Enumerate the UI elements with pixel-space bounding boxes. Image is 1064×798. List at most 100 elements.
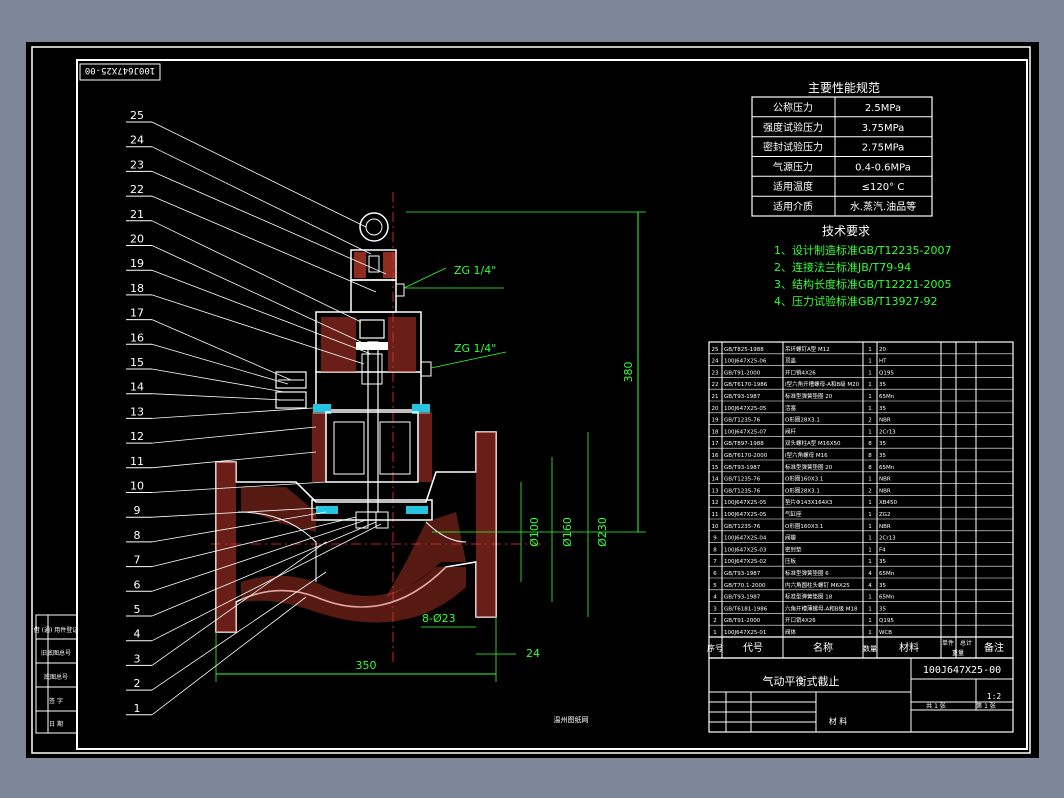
- parts-cell-no: 2: [713, 618, 717, 624]
- left-revision-strip: 借 (通) 用件登记 旧底图总号 底图总号 签 字 日 期: [34, 614, 78, 734]
- parts-cell-mat: Q195: [879, 370, 894, 376]
- parts-cell-code: GB/T6170-1986: [724, 382, 768, 388]
- parts-cell-qty: 1: [868, 477, 872, 483]
- rotated-code-box: 100J647X25-00: [79, 63, 161, 81]
- parts-cell-code: GB/T93-1987: [724, 394, 761, 400]
- parts-cell-qty: 1: [868, 630, 872, 636]
- header-no: 序号: [707, 643, 723, 653]
- header-name: 名称: [813, 641, 833, 654]
- parts-cell-mat: ZG2: [879, 512, 891, 518]
- parts-cell-name: 内六角圆柱头螺钉 M6X25: [785, 581, 850, 589]
- parts-cell-mat: WCB: [879, 630, 892, 636]
- parts-row: 20 100J647X25-05 活塞 1 35: [709, 400, 1013, 412]
- parts-cell-qty: 1: [868, 595, 872, 601]
- parts-cell-no: 4: [713, 595, 717, 601]
- header-single: 单件: [942, 639, 954, 647]
- balloon-number: 4: [134, 628, 141, 641]
- parts-cell-qty: 1: [868, 512, 872, 518]
- parts-cell-name: O形圈160X3.1: [785, 475, 823, 483]
- parts-row: 24 100J647X25-06 顶盖 1 HT: [709, 353, 1013, 365]
- parts-cell-name: O形圈28X3.1: [785, 486, 820, 494]
- dim-port-2: ZG 1/4": [454, 342, 496, 355]
- balloon-label: 16: [126, 331, 289, 385]
- strip-label: 日 期: [49, 720, 63, 728]
- parts-cell-qty: 1: [868, 359, 872, 365]
- parts-cell-mat: 35: [879, 441, 886, 447]
- tech-item: 3、结构长度标准GB/T12221-2005: [774, 277, 951, 291]
- parts-cell-qty: 8: [868, 453, 872, 459]
- parts-cell-code: GB/T70.1-2000: [724, 583, 766, 589]
- balloon-number: 20: [130, 233, 144, 246]
- parts-cell-no: 12: [712, 500, 719, 506]
- parts-row: 9 100J647X25-04 阀瓣 1 2Cr13: [709, 530, 1013, 542]
- performance-value: 2.5MPa: [865, 103, 901, 114]
- performance-row: 强度试验压力 3.75MPa: [752, 116, 932, 134]
- balloon-number: 1: [134, 702, 141, 715]
- parts-cell-name: 六角开槽薄螺母-A和B级 M18: [785, 604, 858, 612]
- cad-drawing-sheet: 100J647X25-00 借 (通) 用件登记 旧底图总号 底图总号 签 字 …: [26, 42, 1039, 758]
- parts-cell-name: 阀杆: [785, 427, 797, 435]
- balloon-label: 25: [126, 109, 367, 228]
- performance-label: 公称压力: [773, 101, 813, 114]
- header-mat: 材料: [899, 641, 919, 654]
- performance-label: 适用温度: [773, 180, 813, 193]
- balloon-number: 18: [130, 282, 144, 295]
- parts-row: 25 GB/T825-1988 吊环螺钉A型 M12 1 20: [712, 345, 887, 353]
- parts-cell-no: 17: [712, 441, 719, 447]
- parts-cell-no: 11: [712, 512, 719, 518]
- performance-value: 0.4-0.6MPa: [855, 162, 911, 173]
- parts-cell-name: 标准型弹簧垫圈 20: [785, 392, 833, 400]
- tech-item: 1、设计制造标准GB/T12235-2007: [774, 243, 951, 257]
- performance-value: ≤120° C: [862, 182, 905, 193]
- parts-row: 6 GB/T93-1987 标准型弹簧垫圈 6 4 65Mn: [709, 565, 1013, 577]
- parts-cell-mat: F4: [879, 547, 886, 553]
- performance-value: 2.75MPa: [862, 143, 905, 154]
- strip-label: 旧底图总号: [41, 649, 71, 657]
- performance-value: 3.75MPa: [862, 123, 905, 134]
- parts-cell-code: 100J647X25-02: [724, 559, 766, 565]
- parts-cell-no: 3: [713, 606, 717, 612]
- parts-cell-no: 21: [712, 394, 719, 400]
- strip-label: 底图总号: [44, 673, 68, 681]
- parts-cell-no: 15: [712, 465, 719, 471]
- parts-cell-name: O形圈160X3.1: [785, 522, 823, 530]
- parts-cell-qty: 2: [868, 488, 872, 494]
- balloon-label: 24: [126, 134, 372, 255]
- parts-cell-qty: 1: [868, 370, 872, 376]
- header-weight: 重量: [952, 649, 964, 657]
- parts-cell-no: 9: [713, 536, 717, 542]
- parts-cell-qty: 2: [868, 418, 872, 424]
- parts-cell-qty: 1: [868, 618, 872, 624]
- parts-cell-code: GB/T1235-76: [724, 524, 761, 530]
- parts-cell-no: 13: [712, 488, 719, 494]
- balloon-number: 21: [130, 208, 144, 221]
- parts-cell-code: GB/T93-1987: [724, 465, 761, 471]
- balloon-label: 22: [126, 183, 377, 293]
- parts-row: 18 100J647X25-07 阀杆 1 2Cr13: [709, 424, 1013, 435]
- balloon-number: 15: [130, 356, 144, 369]
- balloon-number: 16: [130, 331, 144, 344]
- balloon-number: 6: [134, 578, 141, 591]
- parts-row: 14 GB/T1235-76 O形圈160X3.1 1 NBR: [709, 471, 1013, 483]
- parts-row: 5 GB/T70.1-2000 内六角圆柱头螺钉 M6X25 4 35: [709, 577, 1013, 589]
- parts-cell-mat: 35: [879, 406, 886, 412]
- parts-cell-code: GB/T897-1988: [724, 441, 764, 447]
- parts-cell-name: I型六角螺母 M16: [785, 451, 828, 459]
- balloon-number: 13: [130, 405, 144, 418]
- parts-cell-qty: 1: [868, 547, 872, 553]
- performance-value: 水.蒸汽.油品等: [850, 200, 916, 213]
- dim-d1: Ø100: [528, 517, 541, 547]
- parts-cell-code: GB/T6181-1986: [724, 606, 768, 612]
- parts-cell-name: 开口销4X26: [785, 368, 816, 376]
- dim-d3: Ø230: [596, 517, 609, 547]
- balloon-label: 20: [126, 233, 362, 343]
- dim-flange: 24: [526, 647, 540, 660]
- parts-cell-no: 5: [713, 583, 717, 589]
- balloon-number: 14: [130, 381, 144, 394]
- parts-row: 21 GB/T93-1987 标准型弹簧垫圈 20 1 65Mn: [709, 388, 1013, 400]
- parts-cell-name: O形圈28X3.1: [785, 416, 820, 424]
- dim-port-1: ZG 1/4": [454, 264, 496, 277]
- parts-row: 11 100J647X25-05 气缸座 1 ZG2: [709, 506, 1013, 518]
- tech-item: 4、压力试验标准GB/T13927-92: [774, 294, 937, 308]
- balloon-label: 23: [126, 158, 387, 275]
